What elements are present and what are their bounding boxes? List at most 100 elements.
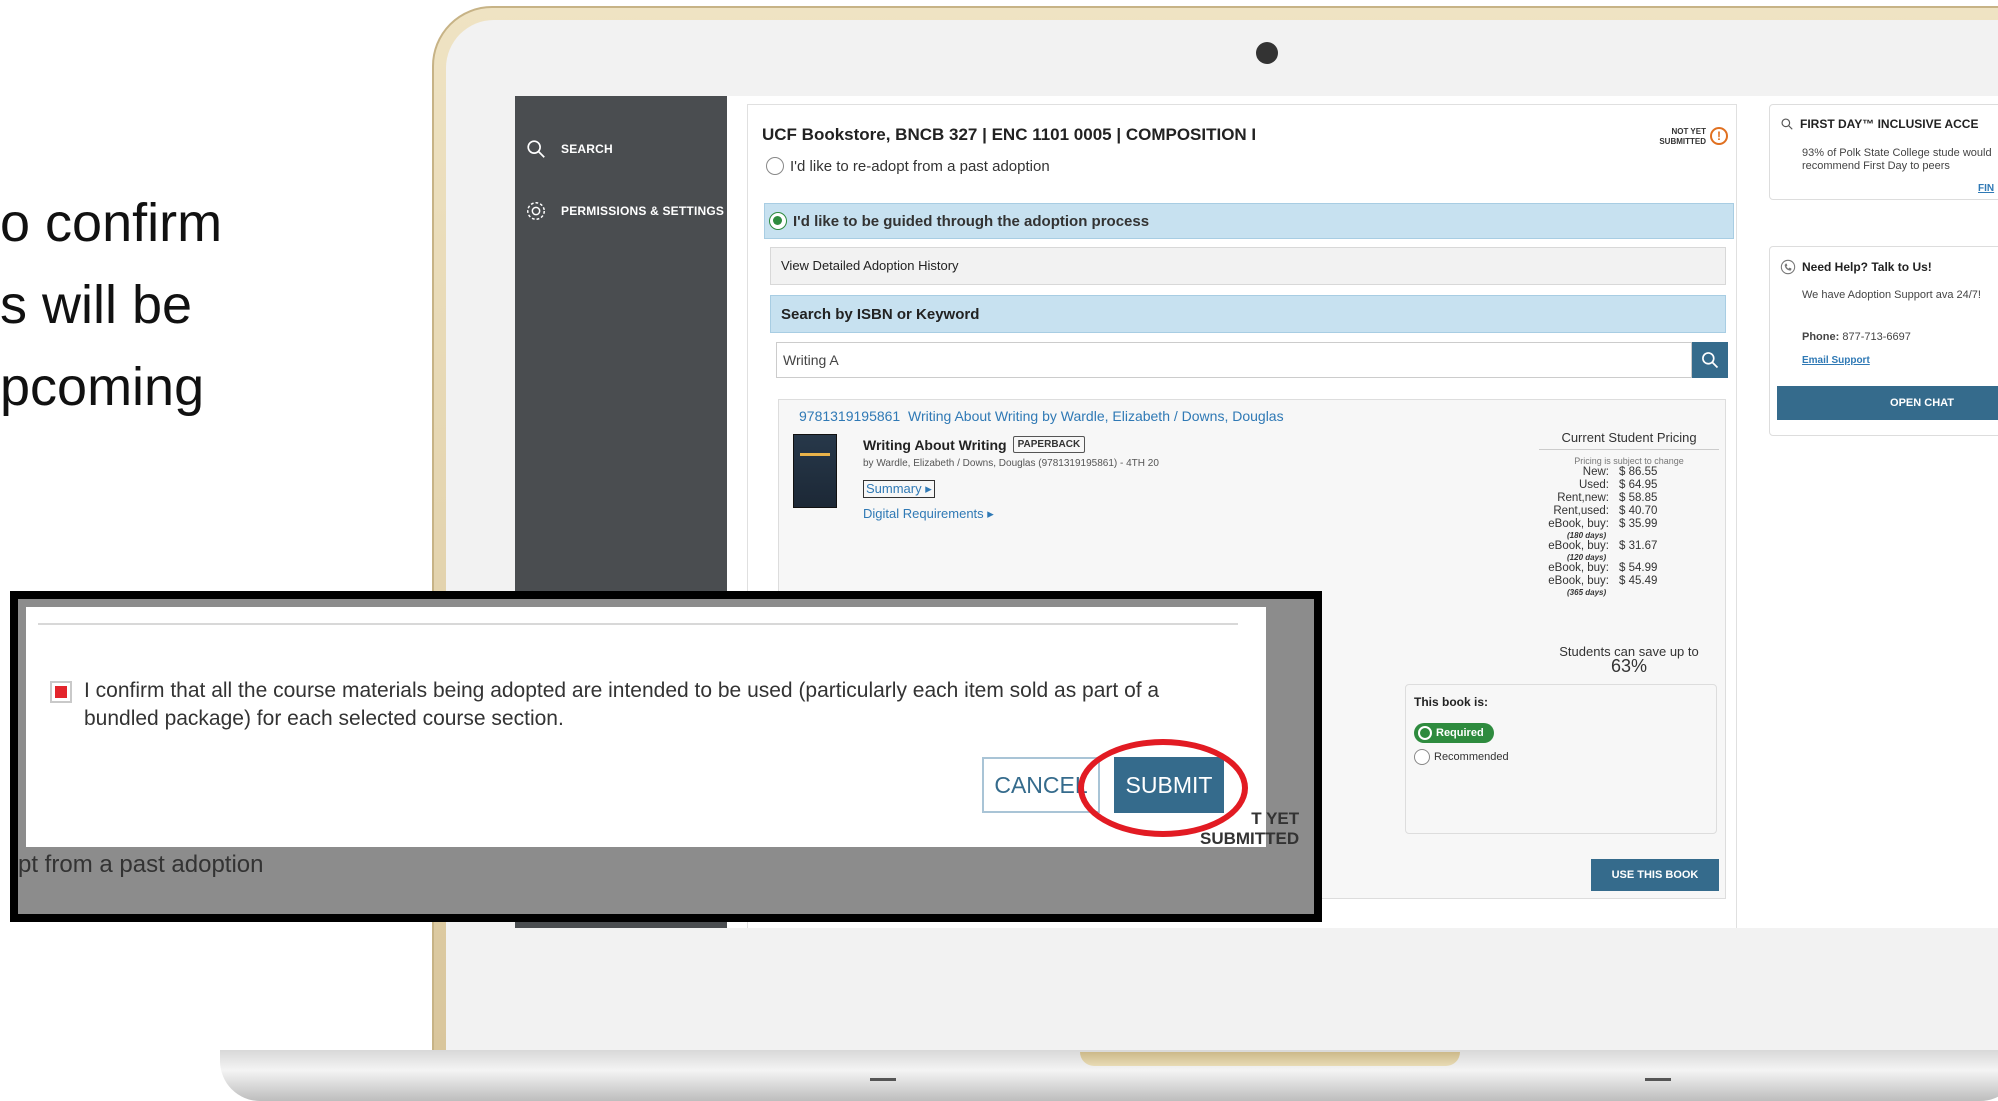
open-chat-button[interactable]: OPEN CHAT [1777,386,1998,420]
card-title-text: Need Help? Talk to Us! [1802,260,1932,274]
price-label: Used: [1578,479,1609,491]
price-value: $ 54.99 [1619,562,1658,574]
price-row: eBook, buy: $ 54.99 [1539,562,1719,575]
savings-note: Students can save up to 63% [1539,644,1719,675]
price-row: Rent,new: $ 58.85 [1539,492,1719,505]
digital-label: Digital Requirements [863,506,984,521]
price-row: Rent,used: $ 40.70 [1539,505,1719,518]
status-line: SUBMITTED [1200,829,1300,848]
email-support-link[interactable]: Email Support [1802,355,1870,366]
book-title-row: Writing About Writing PAPERBACK [863,436,1086,453]
readopt-label-zoomed: pt from a past adoption [18,851,264,878]
radio-selected-icon [1418,726,1432,740]
sidebar-item-label: SEARCH [561,142,613,156]
book-cover [793,434,837,508]
pricing-note: Pricing is subject to change [1574,456,1684,466]
summary-label: Summary [866,481,922,496]
guided-option-bar[interactable]: I'd like to be guided through the adopti… [764,203,1734,239]
slide-text: o confirm s will be pcoming [0,182,222,428]
price-value: $ 40.70 [1619,505,1658,517]
savings-percent: 63% [1610,656,1648,676]
confirm-checkbox[interactable] [50,681,72,703]
status-line: T YET [1251,809,1300,828]
price-label: eBook, buy: [1548,540,1609,552]
search-heading[interactable]: Search by ISBN or Keyword [770,295,1726,333]
price-label: Rent,new: [1557,492,1609,504]
slide-text-line: pcoming [0,357,205,417]
price-value: $ 31.67 [1619,540,1658,552]
requirement-title: This book is: [1414,695,1489,709]
phone-label: Phone: [1802,331,1840,343]
price-duration: (120 days) [1567,553,1607,562]
price-value: $ 45.49 [1619,575,1658,587]
status-line: SUBMITTED [1659,137,1706,146]
format-badge: PAPERBACK [1012,436,1086,453]
phone-value: 877-713-6697 [1842,331,1911,343]
slide: o confirm s will be pcoming SEARCH PERMI… [0,0,1998,1101]
price-value: $ 58.85 [1619,492,1658,504]
slide-text-line: s will be [0,275,193,335]
sidebar-item-permissions[interactable]: PERMISSIONS & SETTINGS [525,200,724,222]
confirm-text: I confirm that all the course materials … [84,679,1160,730]
price-label: New: [1582,466,1609,478]
readopt-option[interactable]: I'd like to re-adopt from a past adoptio… [766,157,1050,175]
search-icon [1781,118,1793,130]
price-row: Used: $ 64.95 [1539,479,1719,492]
card-title: FIRST DAY™ INCLUSIVE ACCE [1780,117,1978,131]
price-value: $ 86.55 [1619,466,1658,478]
price-label: eBook, buy: [1548,562,1609,574]
sidebar-item-label: PERMISSIONS & SETTINGS [561,204,725,218]
recommended-label: Recommended [1434,751,1509,763]
card-text: We have Adoption Support ava 24/7! [1802,289,1981,301]
status-badge: NOT YET SUBMITTED [1659,127,1706,147]
pricing-title: Current Student Pricing [1539,430,1719,450]
laptop-foot [870,1078,896,1081]
gear-icon [527,202,545,220]
result-heading-title: Writing About Writing by Wardle, Elizabe… [908,408,1284,424]
zoomed-confirm-dialog: I confirm that all the course materials … [10,591,1322,922]
phone-icon [1780,259,1796,275]
sidebar-item-search[interactable]: SEARCH [525,138,613,160]
required-option[interactable]: Required [1414,723,1494,743]
status-line: NOT YET [1671,127,1706,136]
find-out-link[interactable]: FIN [1978,183,1994,194]
divider [38,623,1238,625]
price-value: $ 64.95 [1619,479,1658,491]
laptop-foot [1645,1078,1671,1081]
slide-text-line: o confirm [0,193,223,253]
card-title: Need Help? Talk to Us! [1780,259,1932,275]
digital-requirements-link[interactable]: Digital Requirements ▸ [863,506,994,522]
price-duration: (365 days) [1567,588,1607,597]
price-label: eBook, buy: [1548,575,1609,587]
readopt-label: I'd like to re-adopt from a past adoptio… [790,157,1050,175]
price-label: eBook, buy: [1548,518,1609,530]
result-heading[interactable]: 9781319195861 Writing About Writing by W… [799,408,1284,424]
price-value: $ 35.99 [1619,518,1658,530]
radio-selected-icon[interactable] [769,212,787,230]
search-icon [1702,352,1719,369]
caret-right-icon: ▸ [987,506,994,521]
search-input[interactable]: Writing A [776,342,1692,378]
required-label: Required [1436,727,1484,739]
adoption-history-link[interactable]: View Detailed Adoption History [770,247,1726,285]
pricing-panel: Current Student Pricing Pricing is subje… [1539,430,1719,597]
search-button[interactable] [1692,342,1728,378]
phone-line: Phone: 877-713-6697 [1802,331,1911,343]
summary-link[interactable]: Summary ▸ [863,480,935,498]
confirm-dialog: I confirm that all the course materials … [26,607,1266,847]
use-this-book-button[interactable]: USE THIS BOOK [1591,859,1719,891]
price-row: New: $ 86.55 [1539,466,1719,479]
book-byline: by Wardle, Elizabeth / Downs, Douglas (9… [863,458,1159,469]
laptop-hinge [1080,1052,1460,1066]
radio-icon[interactable] [766,157,784,175]
page-title: UCF Bookstore, BNCB 327 | ENC 1101 0005 … [762,125,1257,144]
caret-right-icon: ▸ [925,481,932,496]
card-title-text: FIRST DAY™ INCLUSIVE ACCE [1800,117,1979,131]
first-day-card: FIRST DAY™ INCLUSIVE ACCE 93% of Polk St… [1769,104,1998,200]
search-icon [527,140,545,158]
warning-icon: ! [1710,127,1728,145]
recommended-option[interactable]: Recommended [1414,749,1509,765]
price-duration: (180 days) [1567,531,1607,540]
guided-option[interactable]: I'd like to be guided through the adopti… [769,212,1149,230]
guided-label: I'd like to be guided through the adopti… [793,212,1150,230]
